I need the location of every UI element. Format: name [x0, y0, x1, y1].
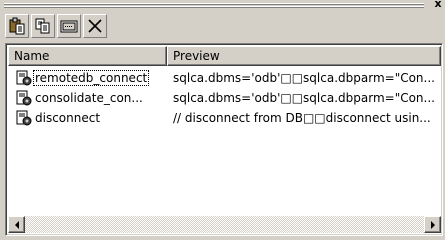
- script-icon: [16, 70, 32, 86]
- script-panel: x Name Preview remotedb_connect sqlca.db…: [0, 0, 445, 240]
- paste-button[interactable]: [5, 14, 29, 38]
- column-header-name[interactable]: Name: [8, 46, 167, 66]
- list-header: Name Preview: [8, 46, 441, 66]
- script-preview: // disconnect from DB□□disconnect usin..…: [173, 111, 431, 125]
- script-name: consolidate_con...: [35, 91, 143, 105]
- column-header-preview[interactable]: Preview: [167, 46, 441, 66]
- view-icon: [60, 20, 78, 33]
- list-item[interactable]: remotedb_connect sqlca.dbms='odb'□□sqlca…: [8, 68, 441, 88]
- list-item[interactable]: disconnect // disconnect from DB□□discon…: [8, 108, 441, 128]
- close-icon[interactable]: x: [432, 0, 444, 10]
- script-name: remotedb_connect: [32, 70, 150, 86]
- script-icon: [16, 110, 32, 126]
- list-rows: remotedb_connect sqlca.dbms='odb'□□sqlca…: [8, 68, 441, 128]
- panel-grip[interactable]: [4, 3, 424, 10]
- scroll-right-button[interactable]: [424, 216, 441, 233]
- script-icon: [16, 90, 32, 106]
- horizontal-scrollbar[interactable]: [8, 216, 441, 233]
- view-button[interactable]: [57, 14, 81, 38]
- toolbar: [5, 14, 107, 40]
- script-preview: sqlca.dbms='odb'□□sqlca.dbparm="Con...: [173, 71, 435, 85]
- list-item[interactable]: consolidate_con... sqlca.dbms='odb'□□sql…: [8, 88, 441, 108]
- script-preview: sqlca.dbms='odb'□□sqlca.dbparm="Con...: [173, 91, 435, 105]
- scroll-left-button[interactable]: [8, 216, 25, 233]
- delete-icon: [88, 19, 102, 33]
- paste-icon: [9, 17, 25, 35]
- arrow-left-icon: [14, 220, 19, 229]
- script-list[interactable]: Name Preview remotedb_connect sqlca.dbms…: [5, 43, 443, 236]
- copy-button[interactable]: [31, 14, 55, 38]
- delete-button[interactable]: [83, 14, 107, 38]
- scrollbar-track[interactable]: [25, 216, 424, 233]
- arrow-right-icon: [430, 220, 435, 229]
- copy-icon: [35, 18, 50, 34]
- script-name: disconnect: [35, 111, 101, 125]
